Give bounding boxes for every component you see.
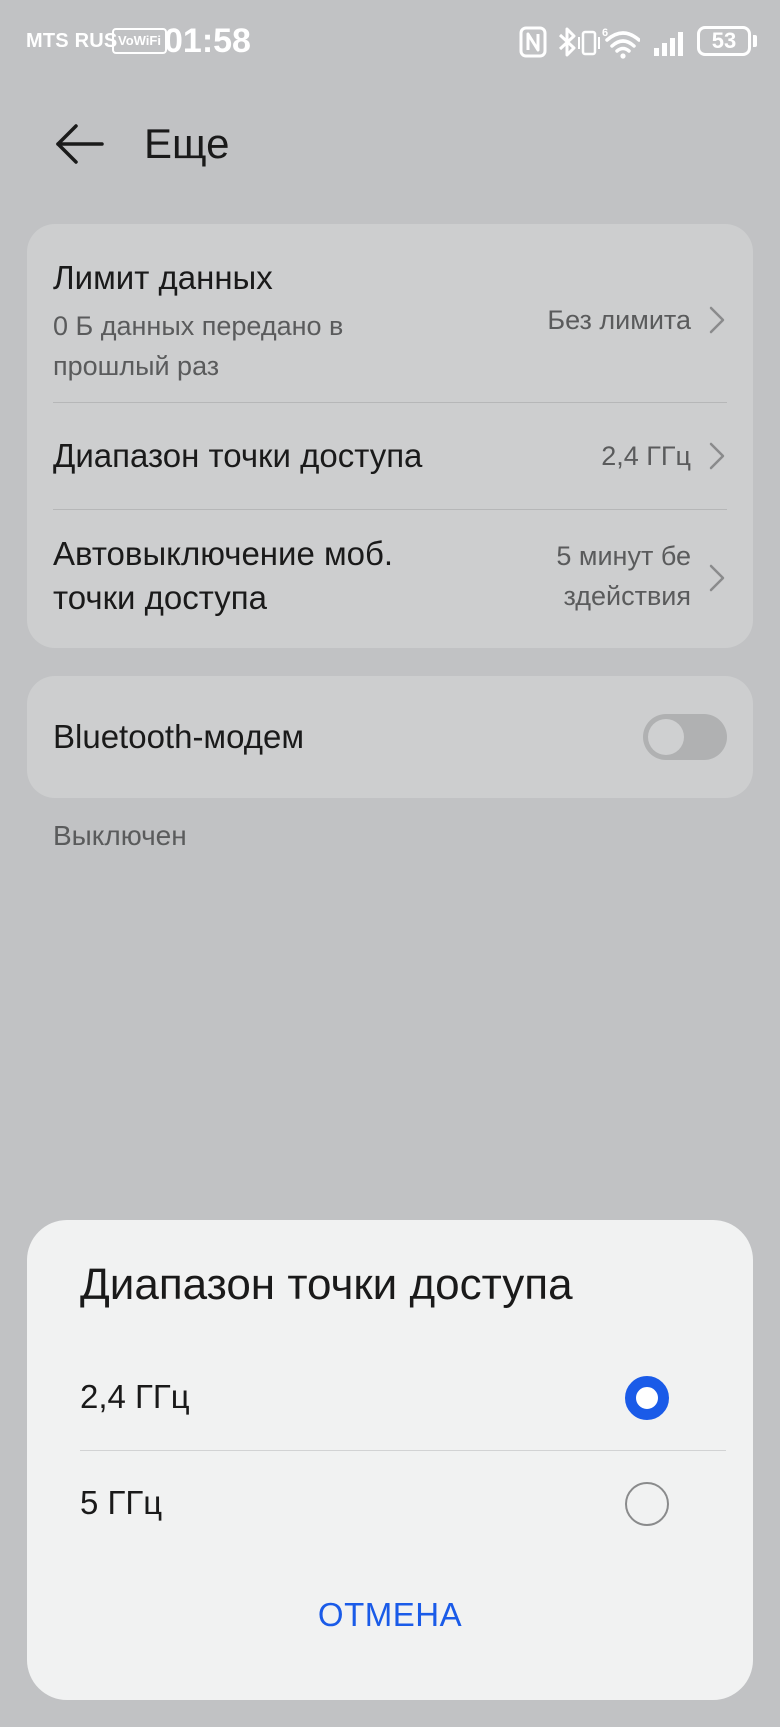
toggle-knob <box>648 719 684 755</box>
chevron-right-icon <box>707 560 727 596</box>
ap-band-value: 2,4 ГГц <box>601 441 691 471</box>
option-label: 5 ГГц <box>80 1484 163 1521</box>
page-title: Еще <box>144 120 230 167</box>
auto-off-title: Автовыключение моб. точки доступа <box>53 535 394 616</box>
bluetooth-tethering-row[interactable]: Bluetooth-модем <box>27 676 753 798</box>
option-label: 2,4 ГГц <box>80 1378 190 1415</box>
bluetooth-tethering-card: Bluetooth-модем <box>27 676 753 798</box>
option-5ghz[interactable]: 5 ГГц <box>27 1454 753 1554</box>
status-bar: MTS RUS VoWiFi 01:58 6 53 <box>0 0 780 84</box>
vowifi-badge: VoWiFi <box>112 28 167 54</box>
nfc-icon <box>518 24 548 60</box>
divider <box>80 1450 726 1451</box>
bluetooth-tethering-toggle[interactable] <box>643 714 727 760</box>
auto-off-value: 5 минут бе здействия <box>556 541 691 611</box>
bluetooth-status-text: Выключен <box>53 820 187 851</box>
wifi-icon: 6 <box>602 24 641 60</box>
chevron-right-icon <box>707 438 727 474</box>
vibrate-icon <box>578 24 600 60</box>
auto-off-row[interactable]: Автовыключение моб. точки доступа 5 мину… <box>27 510 753 648</box>
data-limit-title: Лимит данных <box>53 259 273 296</box>
dialog-title: Диапазон точки доступа <box>80 1260 573 1309</box>
battery-icon: 53 <box>697 26 751 56</box>
radio-selected[interactable] <box>625 1376 669 1420</box>
cancel-button[interactable]: ОТМЕНА <box>27 1596 753 1634</box>
arrow-left-icon <box>56 124 104 164</box>
data-limit-row[interactable]: Лимит данных 0 Б данных передано в прошл… <box>27 224 753 402</box>
data-limit-value: Без лимита <box>547 305 691 335</box>
signal-icon <box>652 24 690 60</box>
hotspot-settings-card: Лимит данных 0 Б данных передано в прошл… <box>27 224 753 648</box>
ap-band-dialog: Диапазон точки доступа 2,4 ГГц 5 ГГц ОТМ… <box>27 1220 753 1700</box>
svg-text:6: 6 <box>602 27 608 39</box>
chevron-right-icon <box>707 302 727 338</box>
option-2-4ghz[interactable]: 2,4 ГГц <box>27 1348 753 1448</box>
carrier-name: MTS RUS <box>26 30 118 52</box>
battery-tip <box>753 35 757 47</box>
status-clock: 01:58 <box>164 22 251 60</box>
bluetooth-tethering-title: Bluetooth-модем <box>53 718 305 755</box>
back-button[interactable] <box>50 116 110 176</box>
data-limit-subtitle: 0 Б данных передано в прошлый раз <box>53 311 344 381</box>
ap-band-row[interactable]: Диапазон точки доступа 2,4 ГГц <box>27 403 753 509</box>
radio-unselected[interactable] <box>625 1482 669 1526</box>
ap-band-title: Диапазон точки доступа <box>53 437 423 474</box>
